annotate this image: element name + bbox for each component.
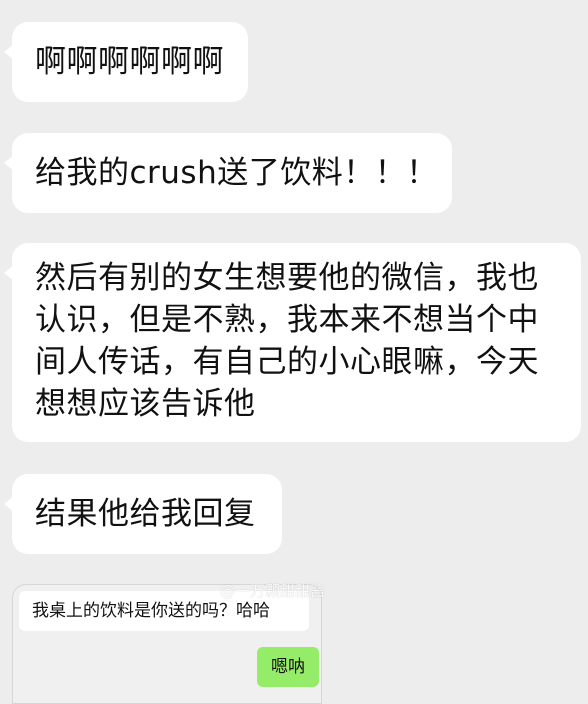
screenshot-incoming-text: 我桌上的饮料是你送的吗？哈哈: [32, 601, 270, 621]
watermark: @一万颗甜甜酱: [220, 580, 325, 601]
message-bubble-1[interactable]: 啊啊啊啊啊啊: [4, 22, 248, 102]
message-bubble-2[interactable]: 给我的crush送了饮料！！！: [4, 133, 452, 213]
screenshot-outgoing-bubble: 嗯呐: [257, 647, 319, 687]
message-text-1: 啊啊啊啊啊啊: [35, 44, 224, 80]
watermark-text: @一万颗甜甜酱: [220, 582, 326, 600]
message-text-3: 然后有别的女生想要他的微信，我也认识，但是不熟，我本来不想当个中间人传话，有自己…: [35, 260, 539, 422]
chat-screenshot-image[interactable]: 我桌上的饮料是你送的吗？哈哈 嗯呐: [12, 584, 322, 704]
screenshot-outgoing-text: 嗯呐: [271, 657, 305, 677]
message-text-2: 给我的crush送了饮料！！！: [35, 155, 438, 191]
message-text-4: 结果他给我回复: [35, 496, 256, 532]
chat-screen: { "messages": [ { "text": "啊啊啊啊啊啊" }, { …: [0, 0, 588, 704]
message-bubble-3[interactable]: 然后有别的女生想要他的微信，我也认识，但是不熟，我本来不想当个中间人传话，有自己…: [4, 243, 581, 442]
message-bubble-4[interactable]: 结果他给我回复: [4, 474, 282, 554]
